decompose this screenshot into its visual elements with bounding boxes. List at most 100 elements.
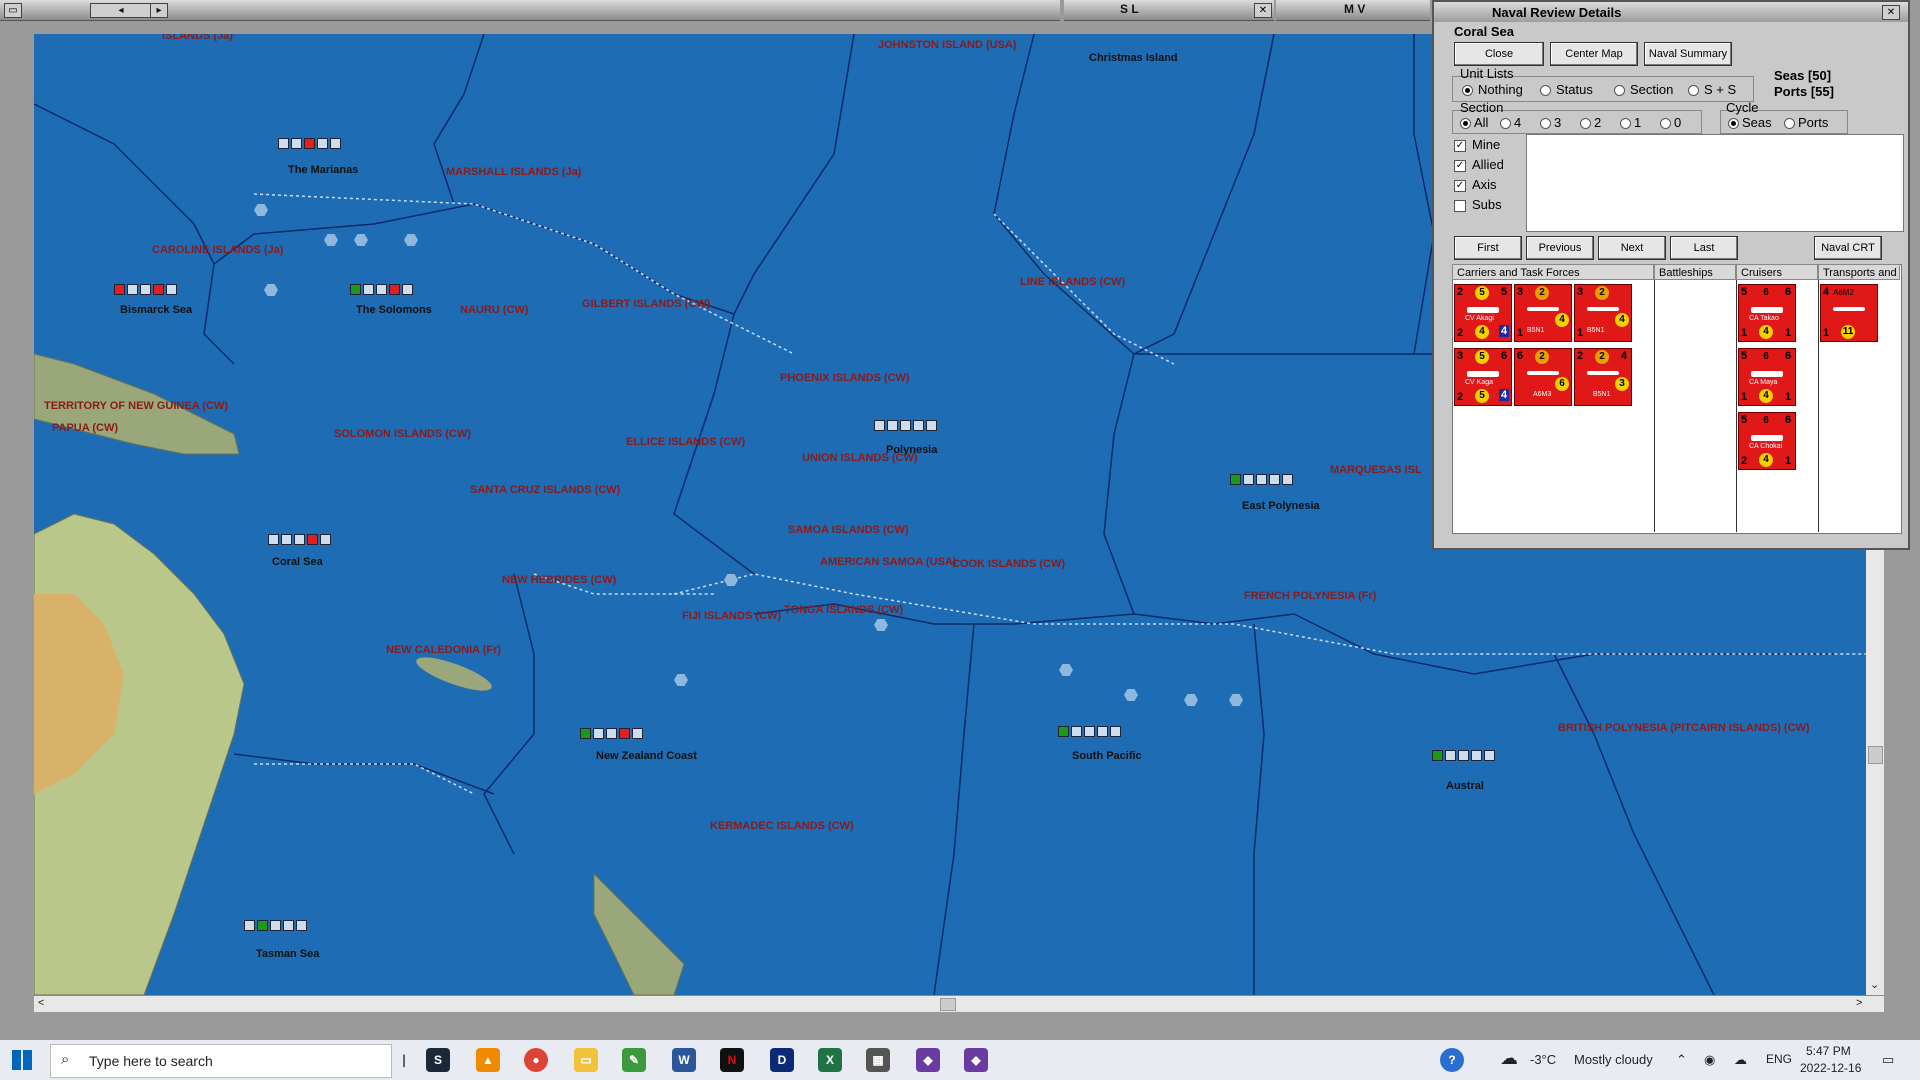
unit-counter-cv-kaga[interactable]: 3 5 6 CV Kaga 2 5 4 [1454, 348, 1512, 406]
unit-marker[interactable] [278, 138, 289, 149]
unit-marker[interactable] [363, 284, 374, 295]
unit-marker[interactable] [1256, 474, 1267, 485]
game-icon[interactable]: ◆ [916, 1048, 940, 1072]
network-icon[interactable]: ◉ [1704, 1052, 1715, 1068]
unit-marker[interactable] [281, 534, 292, 545]
unit-marker[interactable] [580, 728, 591, 739]
game-icon-active[interactable]: ◆ [964, 1048, 988, 1072]
unit-marker[interactable] [1058, 726, 1069, 737]
unit-marker[interactable] [874, 420, 885, 431]
radio-cycle-seas[interactable] [1728, 118, 1739, 129]
vscroll-thumb[interactable] [1868, 746, 1883, 764]
unit-marker[interactable] [1432, 750, 1443, 761]
unit-stack-south-pacific[interactable] [1058, 726, 1123, 740]
unit-marker[interactable] [307, 534, 318, 545]
unit-marker[interactable] [1269, 474, 1280, 485]
vlc-icon[interactable]: ▲ [476, 1048, 500, 1072]
unit-marker[interactable] [283, 920, 294, 931]
panel-titlebar[interactable]: Naval Review Details ✕ [1434, 2, 1908, 22]
unit-marker[interactable] [268, 534, 279, 545]
unit-marker[interactable] [140, 284, 151, 295]
scroll-left-icon[interactable]: < [38, 997, 44, 1009]
unit-stack-tasman[interactable] [244, 920, 309, 934]
unit-marker[interactable] [1097, 726, 1108, 737]
unit-marker[interactable] [330, 138, 341, 149]
weather-temp[interactable]: -3°C [1530, 1052, 1556, 1067]
map-horizontal-scrollbar[interactable]: < > [34, 995, 1884, 1012]
unit-marker[interactable] [350, 284, 361, 295]
help-icon[interactable]: ? [1440, 1048, 1464, 1072]
unit-marker[interactable] [1282, 474, 1293, 485]
sl-close-icon[interactable]: ✕ [1254, 3, 1272, 18]
unit-marker[interactable] [270, 920, 281, 931]
unit-marker[interactable] [900, 420, 911, 431]
radio-nothing[interactable] [1462, 85, 1473, 96]
unit-marker[interactable] [257, 920, 268, 931]
unit-marker[interactable] [127, 284, 138, 295]
map-vertical-scrollbar[interactable]: ⌄ [1866, 540, 1884, 995]
chrome-icon[interactable]: ● [524, 1048, 548, 1072]
unit-marker[interactable] [114, 284, 125, 295]
unit-marker[interactable] [376, 284, 387, 295]
radio-section-4[interactable] [1500, 118, 1511, 129]
unit-marker[interactable] [296, 920, 307, 931]
naval-crt-button[interactable]: Naval CRT [1814, 236, 1882, 260]
unit-stack-east-polynesia[interactable] [1230, 474, 1295, 488]
previous-button[interactable]: Previous [1526, 236, 1594, 260]
radio-section-all[interactable] [1460, 118, 1471, 129]
unit-marker[interactable] [304, 138, 315, 149]
map-window-titlebar[interactable]: ▭ ◂ ▸ [0, 0, 1060, 21]
unit-counter-ca-chokai[interactable]: 5 6 6 CA Chokai 2 4 1 [1738, 412, 1796, 470]
close-button[interactable]: Close [1454, 42, 1544, 66]
taskbar-search[interactable]: ⌕ Type here to search [50, 1044, 392, 1078]
unit-marker[interactable] [1458, 750, 1469, 761]
disney-icon[interactable]: D [770, 1048, 794, 1072]
start-button[interactable] [12, 1050, 32, 1070]
unit-stack-austral[interactable] [1432, 750, 1497, 764]
unit-marker[interactable] [153, 284, 164, 295]
unit-counter-b5n1[interactable]: 3 2 1 B5N1 4 [1514, 284, 1572, 342]
unit-marker[interactable] [1084, 726, 1095, 737]
unit-marker[interactable] [1243, 474, 1254, 485]
unit-marker[interactable] [606, 728, 617, 739]
sl-window-titlebar[interactable]: S L ✕ [1064, 0, 1274, 21]
radio-section-0[interactable] [1660, 118, 1671, 129]
filter-axis-checkbox[interactable]: ✓ [1454, 180, 1466, 192]
unit-stack-marianas[interactable] [278, 138, 343, 152]
filter-mine-checkbox[interactable]: ✓ [1454, 140, 1466, 152]
unit-marker[interactable] [619, 728, 630, 739]
cloud-icon[interactable]: ☁ [1734, 1052, 1747, 1068]
unit-marker[interactable] [887, 420, 898, 431]
unit-stack-bismarck[interactable] [114, 284, 179, 298]
first-button[interactable]: First [1454, 236, 1522, 260]
unit-counter-ca-takao[interactable]: 5 6 6 CA Takao 1 4 1 [1738, 284, 1796, 342]
netflix-icon[interactable]: N [720, 1048, 744, 1072]
task-view-icon[interactable]: ❘ [392, 1048, 416, 1072]
excel-icon[interactable]: X [818, 1048, 842, 1072]
calculator-icon[interactable]: ▦ [866, 1048, 890, 1072]
unit-marker[interactable] [291, 138, 302, 149]
unit-stack-polynesia[interactable] [874, 420, 939, 434]
file-explorer-icon[interactable]: ▭ [574, 1048, 598, 1072]
unit-marker[interactable] [926, 420, 937, 431]
unit-marker[interactable] [1484, 750, 1495, 761]
filter-subs-checkbox[interactable] [1454, 200, 1466, 212]
radio-status[interactable] [1540, 85, 1551, 96]
unit-stack-solomons[interactable] [350, 284, 415, 298]
unit-marker[interactable] [593, 728, 604, 739]
center-map-button[interactable]: Center Map [1550, 42, 1638, 66]
radio-section[interactable] [1614, 85, 1625, 96]
unit-marker[interactable] [244, 920, 255, 931]
unit-marker[interactable] [1445, 750, 1456, 761]
notification-icon[interactable]: ▭ [1882, 1052, 1894, 1068]
unit-marker[interactable] [166, 284, 177, 295]
unit-marker[interactable] [320, 534, 331, 545]
weather-icon[interactable]: ☁ [1500, 1048, 1518, 1069]
filter-allied-checkbox[interactable]: ✓ [1454, 160, 1466, 172]
unit-marker[interactable] [632, 728, 643, 739]
unit-counter-b5n1[interactable]: 3 2 1 B5N1 4 [1574, 284, 1632, 342]
notepad-icon[interactable]: ✎ [622, 1048, 646, 1072]
unit-marker[interactable] [317, 138, 328, 149]
clock-time[interactable]: 5:47 PM [1806, 1044, 1851, 1058]
map-scroll-button[interactable]: ◂ [90, 3, 152, 18]
